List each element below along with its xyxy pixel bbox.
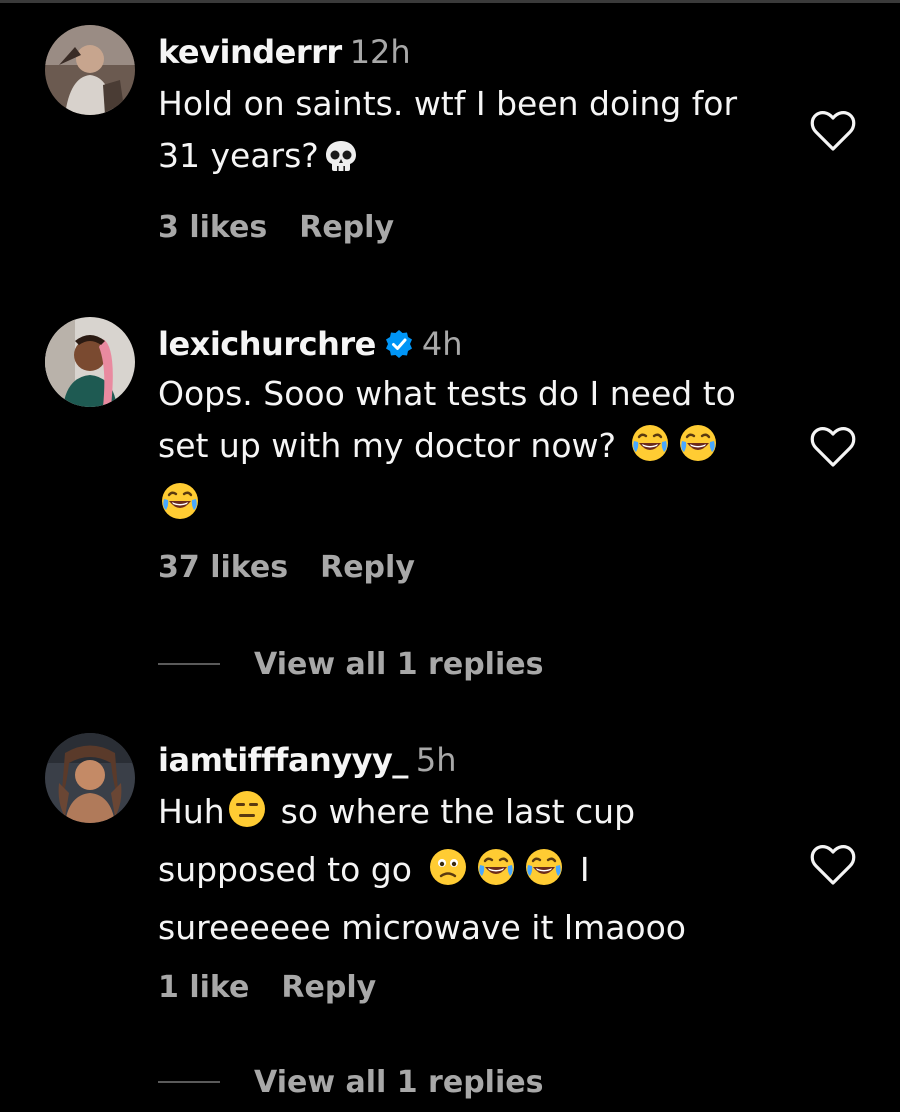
likes-count[interactable]: 3 likes: [158, 210, 267, 245]
reply-button[interactable]: Reply: [281, 970, 376, 1005]
comment-line: Huh: [158, 792, 225, 831]
verified-badge-icon: [384, 326, 414, 370]
top-divider: [0, 0, 900, 3]
comment-header: iamtifffanyyy_ 5h: [158, 738, 457, 782]
like-heart-icon[interactable]: [810, 426, 856, 468]
comment-text: Oops. Sooo what tests do I need to set u…: [158, 368, 798, 536]
comment-header: kevinderrr 12h: [158, 30, 411, 74]
divider-line: [158, 1081, 220, 1083]
comment-line: supposed to go: [158, 850, 412, 889]
comment-line: I: [579, 850, 590, 889]
avatar[interactable]: [45, 317, 135, 407]
comment-line: 31 years?: [158, 136, 319, 175]
view-replies-label: View all 1 replies: [254, 1065, 544, 1100]
laughing-emoji-icon: [630, 423, 670, 478]
comment-meta: 37 likes Reply: [158, 548, 415, 588]
laughing-emoji-icon: [476, 847, 516, 902]
comment-meta: 3 likes Reply: [158, 208, 394, 248]
timestamp: 5h: [415, 741, 457, 779]
view-replies-button[interactable]: View all 1 replies: [158, 645, 543, 685]
divider-line: [158, 663, 220, 665]
comment-line: Oops. Sooo what tests do I need to: [158, 374, 736, 413]
comment-text: Huh so where the last cup supposed to go…: [158, 786, 798, 954]
skull-emoji-icon: [323, 136, 359, 188]
timestamp: 12h: [349, 33, 411, 71]
comment-meta: 1 like Reply: [158, 968, 376, 1008]
like-heart-icon[interactable]: [810, 110, 856, 152]
comment-line: so where the last cup: [280, 792, 636, 831]
avatar[interactable]: [45, 733, 135, 823]
reply-button[interactable]: Reply: [299, 210, 394, 245]
like-heart-icon[interactable]: [810, 844, 856, 886]
reply-button[interactable]: Reply: [320, 550, 415, 585]
view-replies-button[interactable]: View all 1 replies: [158, 1063, 543, 1103]
laughing-emoji-icon: [160, 481, 200, 536]
likes-count[interactable]: 1 like: [158, 970, 249, 1005]
laughing-emoji-icon: [524, 847, 564, 902]
avatar[interactable]: [45, 25, 135, 115]
username[interactable]: kevinderrr: [158, 33, 342, 71]
comment-header: lexichurchre 4h: [158, 322, 462, 370]
username[interactable]: iamtifffanyyy_: [158, 741, 408, 779]
expressionless-emoji-icon: [227, 789, 267, 844]
view-replies-label: View all 1 replies: [254, 647, 544, 682]
confused-emoji-icon: [428, 847, 468, 902]
comment-text: Hold on saints. wtf I been doing for 31 …: [158, 78, 798, 188]
likes-count[interactable]: 37 likes: [158, 550, 288, 585]
laughing-emoji-icon: [678, 423, 718, 478]
comment-line: set up with my doctor now?: [158, 426, 617, 465]
timestamp: 4h: [421, 325, 463, 363]
comment-line: sureeeeee microwave it lmaooo: [158, 908, 686, 947]
comment-line: Hold on saints. wtf I been doing for: [158, 84, 738, 123]
username[interactable]: lexichurchre: [158, 325, 376, 363]
